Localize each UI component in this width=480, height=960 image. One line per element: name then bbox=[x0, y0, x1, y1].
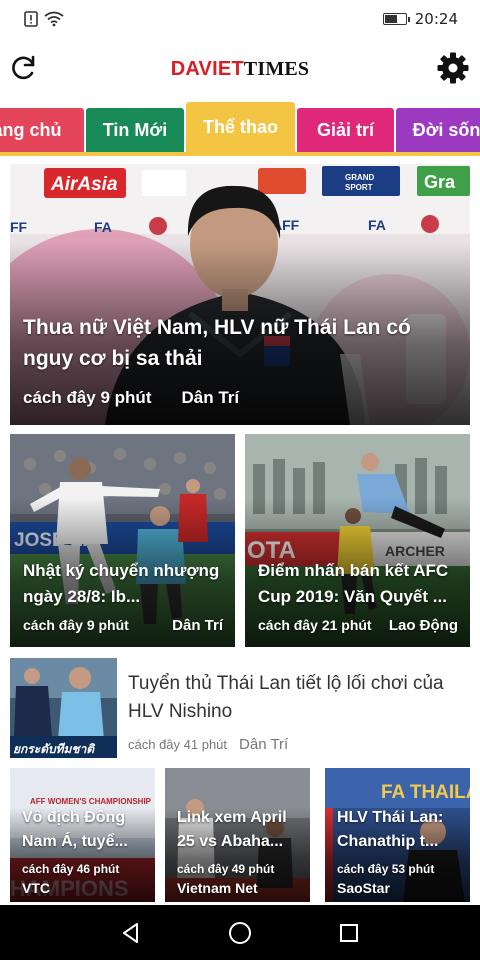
small-article-card[interactable]: FA THAILA HLV Thái Lan: Chanathip t... c… bbox=[325, 768, 470, 902]
small-article-time: cách đây 53 phút bbox=[337, 862, 435, 876]
tab-giai-tri[interactable]: Giải trí bbox=[297, 108, 394, 153]
article-time: cách đây 21 phút bbox=[258, 617, 372, 633]
status-time: 20:24 bbox=[414, 10, 458, 28]
small-article-source: SaoStar bbox=[337, 880, 390, 896]
recents-icon bbox=[340, 923, 359, 942]
small-article-title: HLV Thái Lan: Chanathip t... bbox=[337, 809, 444, 850]
refresh-button[interactable] bbox=[8, 52, 40, 84]
small-article-title: Link xem April 25 vs Abaha... bbox=[177, 809, 287, 850]
airasia-text: AirAsia bbox=[50, 174, 118, 195]
list-article[interactable]: ยกระดับทีมชาติ Tuyển thủ Thái Lan tiết l… bbox=[10, 656, 470, 760]
logo-part1: DAVIET bbox=[170, 58, 244, 80]
featured-time: cách đây 9 phút bbox=[23, 388, 152, 407]
tab-doi-song[interactable]: Đời sống bbox=[396, 108, 480, 153]
refresh-icon bbox=[12, 55, 35, 80]
back-button[interactable] bbox=[113, 915, 149, 951]
app-header: DAVIET TIMES bbox=[0, 38, 480, 100]
tab-tin-moi[interactable]: Tin Mới bbox=[86, 108, 184, 153]
tab-label: Giải trí bbox=[316, 120, 374, 140]
small-article-meta: cách đây 46 phút VTC bbox=[22, 862, 143, 896]
article-meta: cách đây 9 phút Dân Trí bbox=[23, 617, 223, 634]
battery-icon bbox=[382, 13, 410, 25]
small-article-card[interactable]: Link xem April 25 vs Abaha... cách đây 4… bbox=[165, 768, 310, 902]
home-icon bbox=[228, 921, 251, 944]
article-title: Nhật ký chuyển nhượng ngày 28/8: Ib... bbox=[23, 561, 220, 606]
list-article-meta: cách đây 41 phút Dân Trí bbox=[128, 736, 288, 753]
list-article-source: Dân Trí bbox=[239, 736, 289, 753]
system-nav-bar bbox=[0, 905, 480, 960]
alert-icon bbox=[24, 11, 38, 27]
small3-banner: FA THAILA bbox=[381, 782, 470, 803]
article-source: Lao Động bbox=[388, 617, 458, 634]
gear-icon bbox=[437, 52, 469, 84]
status-icons-left bbox=[24, 11, 64, 27]
fa-text-1: FA bbox=[94, 219, 112, 235]
list-article-time: cách đây 41 phút bbox=[128, 737, 228, 752]
featured-title: Thua nữ Việt Nam, HLV nữ Thái Lan có ngu… bbox=[23, 316, 411, 370]
battery-level bbox=[384, 15, 397, 23]
small-article-source: VTC bbox=[22, 880, 50, 896]
tab-label: Tin Mới bbox=[102, 120, 168, 140]
small-article-meta: cách đây 49 phút Vietnam Net bbox=[177, 862, 298, 896]
small-article-card[interactable]: AFF WOMEN'S CHAMPIONSHIP HAMPIONS Vô địc… bbox=[10, 768, 155, 902]
list-article-title: Tuyển thủ Thái Lan tiết lộ lối chơi của … bbox=[128, 673, 444, 722]
recents-button[interactable] bbox=[331, 915, 367, 951]
tab-underline bbox=[0, 152, 480, 156]
logo-part2: TIMES bbox=[243, 58, 310, 80]
tab-label: ang chủ bbox=[0, 120, 62, 140]
svg-text:FF: FF bbox=[10, 219, 28, 235]
small-article-title: Vô địch Đông Nam Á, tuyể... bbox=[22, 809, 128, 850]
status-bar: 20:24 bbox=[0, 0, 480, 38]
settings-button[interactable] bbox=[436, 51, 470, 85]
article-time: cách đây 9 phút bbox=[23, 617, 129, 633]
list-thumb-caption: ยกระดับทีมชาติ bbox=[13, 742, 96, 756]
article-card[interactable]: JOSE EA Nhật ký chuyển nhượng ngày 28/8:… bbox=[10, 434, 235, 647]
wifi-icon bbox=[44, 11, 64, 27]
small-article-source: Vietnam Net bbox=[177, 880, 258, 896]
tab-trang-chu[interactable]: ang chủ bbox=[0, 108, 84, 153]
small-article-time: cách đây 49 phút bbox=[177, 862, 275, 876]
screen: 20:24 DAVIET TIMES ng chủ Tin Mới Thể th… bbox=[0, 0, 480, 960]
featured-article[interactable]: AirAsia GRAND SPORT Gra FF FA FA AFF Thu… bbox=[10, 164, 470, 425]
tab-label: Đời sống bbox=[412, 120, 480, 140]
app-logo: DAVIET TIMES bbox=[171, 59, 310, 79]
back-icon bbox=[122, 922, 138, 943]
featured-source: Dân Trí bbox=[181, 388, 240, 407]
tab-the-thao[interactable]: Thể thao bbox=[186, 102, 295, 153]
svg-text:FA: FA bbox=[368, 217, 386, 233]
category-tabs: ang chủ Tin Mới Thể thao Giải trí Đời số… bbox=[0, 100, 480, 156]
small-article-time: cách đây 46 phút bbox=[22, 862, 120, 876]
article-title: Điểm nhấn bán kết AFC Cup 2019: Văn Quyế… bbox=[258, 561, 449, 606]
svg-text:SPORT: SPORT bbox=[345, 183, 373, 192]
svg-text:GRAND: GRAND bbox=[345, 173, 375, 182]
tab-label: Thể thao bbox=[203, 117, 278, 137]
featured-meta: cách đây 9 phút Dân Trí bbox=[23, 388, 458, 408]
status-icons-right: 20:24 bbox=[382, 10, 458, 28]
article-source: Dân Trí bbox=[172, 617, 223, 634]
article-card[interactable]: OTA ARCHER Điểm nhấn bán kết AFC Cup 201… bbox=[245, 434, 470, 647]
small1-banner: AFF WOMEN'S CHAMPIONSHIP bbox=[30, 797, 152, 806]
svg-text:Gra: Gra bbox=[424, 172, 456, 192]
article-meta: cách đây 21 phút Lao Động bbox=[258, 617, 458, 634]
home-button[interactable] bbox=[222, 915, 258, 951]
list-article-thumbnail: ยกระดับทีมชาติ bbox=[10, 658, 117, 758]
small-article-meta: cách đây 53 phút SaoStar bbox=[337, 862, 458, 896]
